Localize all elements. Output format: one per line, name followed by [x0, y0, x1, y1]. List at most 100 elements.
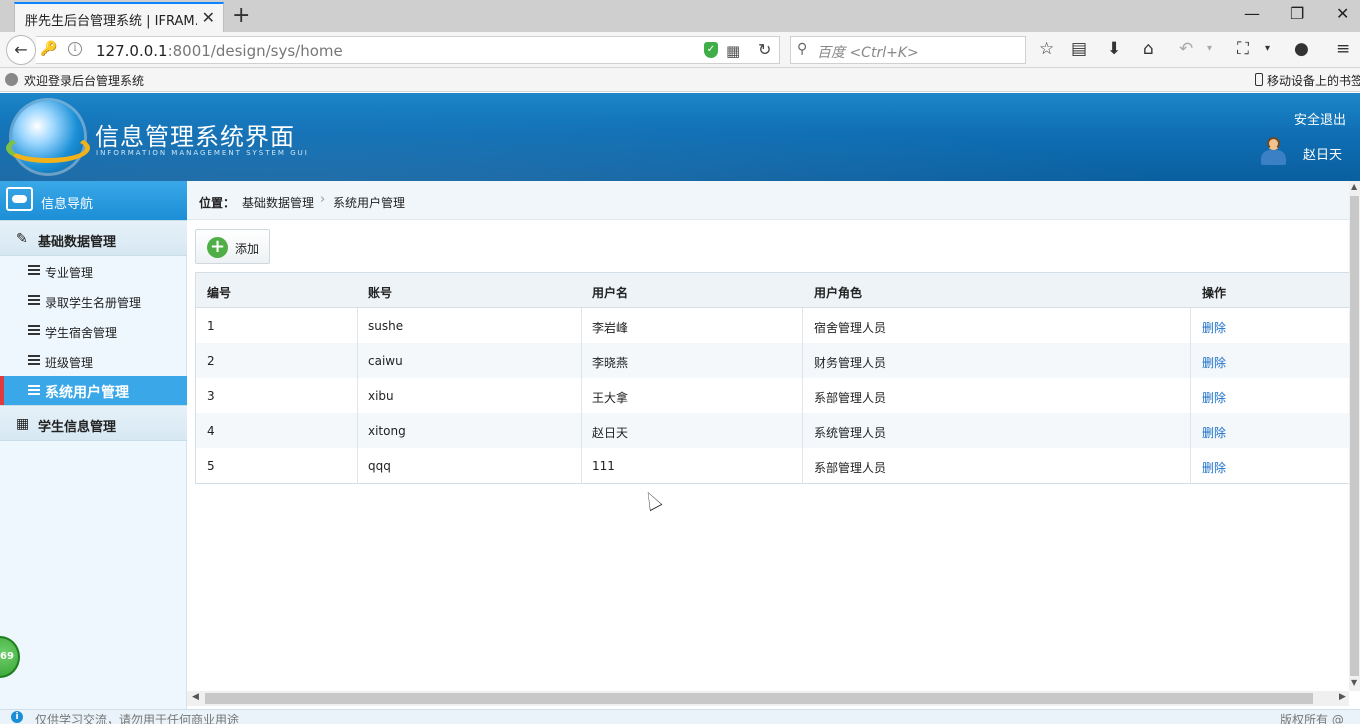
- edit-icon: ✎: [16, 231, 28, 247]
- logout-link[interactable]: 安全退出: [1294, 109, 1346, 128]
- restore-icon[interactable]: ❐: [1290, 4, 1304, 23]
- cell-account: qqq: [368, 459, 391, 473]
- download-icon[interactable]: ⬇: [1107, 39, 1121, 59]
- calendar-icon: ▦: [16, 416, 30, 432]
- cell-role: 系部管理人员: [814, 391, 887, 405]
- screenshot-icon[interactable]: ⛶: [1237, 39, 1249, 59]
- shield-icon[interactable]: ✓: [704, 42, 718, 58]
- delete-link[interactable]: 删除: [1202, 424, 1226, 441]
- chevron-right-icon: ›: [320, 192, 326, 207]
- cell-username: 赵日天: [592, 426, 629, 440]
- key-icon[interactable]: 🔑: [40, 41, 57, 57]
- cell-username: 李岩峰: [592, 321, 629, 335]
- search-input[interactable]: ⚲ 百度 <Ctrl+K>: [790, 36, 1026, 64]
- list-icon: [28, 385, 40, 395]
- cell-role: 系部管理人员: [814, 461, 887, 475]
- window-close-icon[interactable]: ✕: [1336, 4, 1349, 23]
- list-icon: [28, 355, 40, 365]
- add-label: 添加: [235, 242, 260, 256]
- table-row[interactable]: 3 xibu 王大拿 系部管理人员 删除: [196, 378, 1350, 413]
- column-header[interactable]: 用户角色: [814, 284, 862, 301]
- column-divider: [581, 308, 582, 483]
- url-text[interactable]: 127.0.0.1:8001/design/sys/home: [96, 42, 343, 60]
- footer-copyright: 版权所有 @: [1280, 713, 1344, 724]
- sidebar-item-major[interactable]: 专业管理: [0, 256, 187, 286]
- sidebar-item-label: 录取学生名册管理: [45, 296, 142, 310]
- sidebar-item-enrollment[interactable]: 录取学生名册管理: [0, 286, 187, 316]
- sidebar-item-dormitory[interactable]: 学生宿舍管理: [0, 316, 187, 346]
- delete-link[interactable]: 删除: [1202, 459, 1226, 476]
- undo-dropdown-icon[interactable]: ▾: [1207, 43, 1212, 54]
- column-header[interactable]: 用户名: [592, 284, 628, 301]
- cell-username: 111: [592, 459, 615, 473]
- menu-icon[interactable]: ≡: [1336, 39, 1350, 59]
- new-tab-icon[interactable]: +: [232, 3, 250, 28]
- delete-link[interactable]: 删除: [1202, 354, 1226, 371]
- column-divider: [357, 308, 358, 483]
- chat-icon[interactable]: ●: [1294, 39, 1309, 59]
- mobile-bookmarks-link[interactable]: 移动设备上的书签: [1267, 72, 1360, 89]
- back-button[interactable]: ←: [6, 35, 36, 65]
- column-header[interactable]: 操作: [1202, 284, 1226, 301]
- minimize-icon[interactable]: —: [1244, 4, 1260, 23]
- horizontal-scrollbar-thumb[interactable]: [205, 693, 1313, 704]
- info-icon[interactable]: i: [68, 42, 82, 56]
- reload-icon[interactable]: ↻: [758, 40, 771, 59]
- sidebar-item-class[interactable]: 班级管理: [0, 346, 187, 376]
- home-icon[interactable]: ⌂: [1143, 39, 1154, 59]
- table-row[interactable]: 2 caiwu 李晓燕 财务管理人员 删除: [196, 343, 1350, 378]
- search-icon: ⚲: [797, 41, 808, 57]
- sidebar-group-basic-data[interactable]: ✎ 基础数据管理: [0, 220, 187, 256]
- column-header[interactable]: 编号: [207, 284, 231, 301]
- cell-id: 3: [207, 389, 215, 403]
- cell-role: 宿舍管理人员: [814, 321, 887, 335]
- address-bar[interactable]: 🔑 i 127.0.0.1:8001/design/sys/home ✓ ▦ ↻: [36, 36, 780, 64]
- vertical-scrollbar-thumb[interactable]: [1350, 196, 1359, 676]
- sidebar-group-label: 学生信息管理: [38, 420, 117, 435]
- sidebar: 信息导航 ✎ 基础数据管理 专业管理 录取学生名册管理 学生宿舍管理 班级管理 …: [0, 181, 187, 709]
- plus-icon: +: [207, 237, 228, 258]
- table-row[interactable]: 5 qqq 111 系部管理人员 删除: [196, 448, 1350, 483]
- scroll-down-icon[interactable]: ▼: [1351, 678, 1357, 687]
- breadcrumb-item[interactable]: 基础数据管理: [242, 194, 314, 211]
- column-header[interactable]: 账号: [368, 284, 392, 301]
- qr-code-icon[interactable]: ▦: [726, 42, 740, 60]
- scroll-up-icon[interactable]: ▲: [1351, 182, 1357, 191]
- cell-id: 4: [207, 424, 215, 438]
- sidebar-group-student-info[interactable]: ▦ 学生信息管理: [0, 405, 187, 441]
- bookmarks-bar: 欢迎登录后台管理系统 移动设备上的书签: [0, 68, 1360, 92]
- cell-account: xitong: [368, 424, 406, 438]
- undo-icon[interactable]: ↶: [1179, 39, 1193, 59]
- search-placeholder: 百度 <Ctrl+K>: [817, 45, 919, 61]
- browser-tab-strip: 胖先生后台管理系统 | IFRAM... ✕ + — ❐ ✕: [0, 0, 1360, 32]
- sidebar-group-label: 基础数据管理: [38, 235, 117, 250]
- sidebar-item-system-users[interactable]: 系统用户管理: [0, 376, 187, 406]
- mouse-cursor: [642, 490, 662, 510]
- close-tab-icon[interactable]: ✕: [202, 8, 215, 27]
- user-name[interactable]: 赵日天: [1303, 144, 1342, 163]
- sidebar-title: 信息导航: [41, 197, 94, 212]
- cell-username: 王大拿: [592, 391, 629, 405]
- scroll-right-icon[interactable]: ▶: [1339, 692, 1346, 702]
- navigation-toolbar: ← 🔑 i 127.0.0.1:8001/design/sys/home ✓ ▦…: [0, 32, 1360, 68]
- list-icon: [28, 325, 40, 335]
- add-button[interactable]: + 添加: [195, 229, 270, 264]
- breadcrumb-item[interactable]: 系统用户管理: [333, 194, 405, 211]
- sidebar-header: 信息导航: [0, 181, 187, 220]
- browser-tab[interactable]: 胖先生后台管理系统 | IFRAM... ✕: [14, 2, 224, 32]
- screenshot-dropdown-icon[interactable]: ▾: [1265, 43, 1270, 54]
- delete-link[interactable]: 删除: [1202, 319, 1226, 336]
- table-row[interactable]: 1 sushe 李岩峰 宿舍管理人员 删除: [196, 308, 1350, 343]
- sidebar-item-label: 专业管理: [45, 266, 94, 280]
- bookmark-welcome[interactable]: 欢迎登录后台管理系统: [24, 72, 144, 89]
- delete-link[interactable]: 删除: [1202, 389, 1226, 406]
- globe-icon: [5, 73, 18, 86]
- table-row[interactable]: 4 xitong 赵日天 系统管理人员 删除: [196, 413, 1350, 448]
- sidebar-item-label: 系统用户管理: [45, 385, 129, 401]
- scroll-left-icon[interactable]: ◀: [192, 692, 199, 702]
- table-header: 编号 账号 用户名 用户角色 操作: [196, 273, 1350, 308]
- reading-list-icon[interactable]: ▤: [1071, 39, 1087, 59]
- list-icon: [28, 295, 40, 305]
- bookmark-star-icon[interactable]: ☆: [1039, 39, 1054, 59]
- user-table: 编号 账号 用户名 用户角色 操作 1 sushe 李岩峰 宿舍管理人员 删除 …: [195, 272, 1350, 484]
